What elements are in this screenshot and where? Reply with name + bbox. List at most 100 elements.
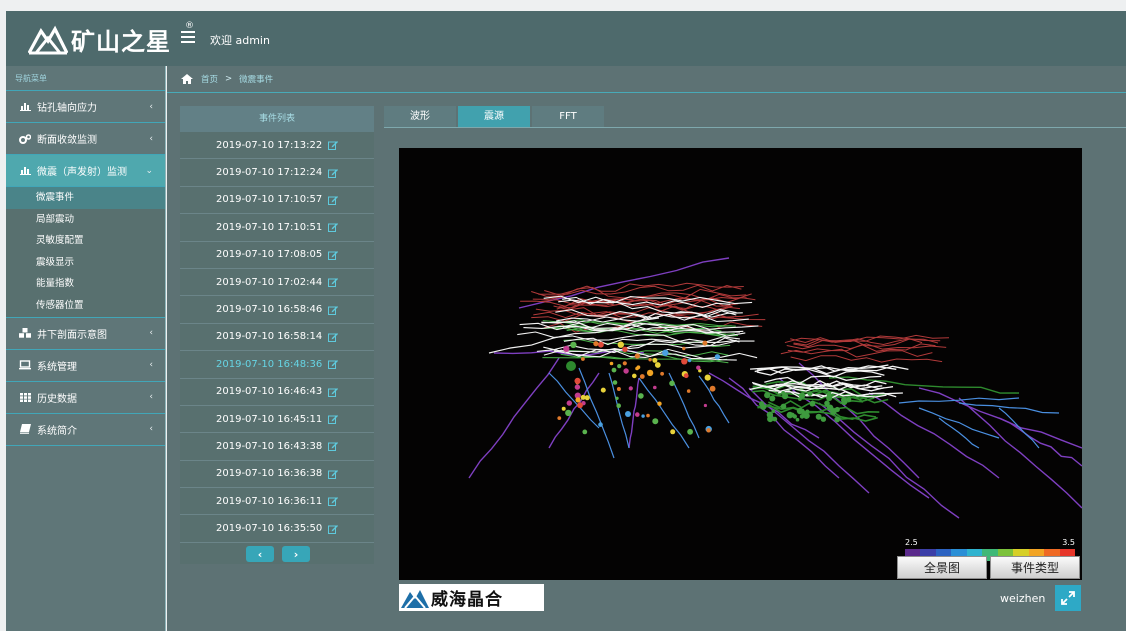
next-page-button[interactable]: › bbox=[282, 546, 310, 562]
sidebar-item-label: 钻孔轴向应力 bbox=[37, 103, 97, 114]
event-point bbox=[769, 395, 776, 402]
event-row[interactable]: 2019-07-10 17:10:57 bbox=[180, 187, 374, 215]
event-row[interactable]: 2019-07-10 17:10:51 bbox=[180, 214, 374, 242]
submenu-item[interactable]: 震级显示 bbox=[6, 252, 165, 274]
event-point bbox=[683, 373, 689, 379]
event-row[interactable]: 2019-07-10 17:08:05 bbox=[180, 242, 374, 269]
submenu-item[interactable]: 能量指数 bbox=[6, 273, 165, 295]
edit-icon[interactable] bbox=[328, 496, 338, 507]
event-point bbox=[807, 391, 813, 396]
submenu-item[interactable]: 灵敏度配置 bbox=[6, 230, 165, 252]
event-row[interactable]: 2019-07-10 16:36:11 bbox=[180, 488, 374, 516]
event-row[interactable]: 2019-07-10 16:43:38 bbox=[180, 433, 374, 461]
event-point bbox=[660, 371, 664, 376]
sidebar-item-6[interactable]: 系统简介 ‹ bbox=[6, 414, 165, 446]
prev-page-button[interactable]: ‹ bbox=[246, 546, 274, 562]
event-point bbox=[805, 409, 810, 414]
source-3d-viewer[interactable]: 2.5 3.5 全景图 事件类型 bbox=[399, 148, 1082, 580]
sidebar-item-5[interactable]: 历史数据 ‹ bbox=[6, 382, 165, 414]
event-point bbox=[635, 412, 640, 417]
event-row[interactable]: 2019-07-10 16:45:11 bbox=[180, 406, 374, 434]
sidebar-item-3[interactable]: 井下剖面示意图 ‹ bbox=[6, 318, 165, 350]
view-tabs: 波形 震源 FFT bbox=[384, 106, 606, 127]
tab-0[interactable]: 波形 bbox=[384, 106, 456, 127]
event-row[interactable]: 2019-07-10 17:13:22 bbox=[180, 132, 374, 160]
submenu-item[interactable]: 微震事件 bbox=[6, 187, 165, 209]
event-point bbox=[615, 396, 619, 400]
edit-icon[interactable] bbox=[328, 277, 338, 288]
breadcrumb: 首页 > 微震事件 bbox=[167, 66, 1126, 93]
edit-icon[interactable] bbox=[328, 222, 338, 233]
event-point bbox=[846, 397, 852, 402]
tab-1[interactable]: 震源 bbox=[458, 106, 530, 127]
edit-icon[interactable] bbox=[328, 469, 338, 479]
event-point bbox=[789, 412, 795, 418]
event-point bbox=[759, 401, 765, 407]
event-point bbox=[662, 349, 669, 356]
event-row[interactable]: 2019-07-10 17:02:44 bbox=[180, 269, 374, 297]
event-point bbox=[767, 416, 774, 423]
main-content: 首页 > 微震事件 事件列表 2019-07-10 17:13:22 2019-0… bbox=[167, 66, 1126, 631]
sidebar-item-1[interactable]: 断面收敛监测 ‹ bbox=[6, 123, 165, 155]
event-point bbox=[598, 422, 603, 427]
submenu-item[interactable]: 局部震动 bbox=[6, 209, 165, 231]
edit-icon[interactable] bbox=[328, 414, 338, 425]
event-point bbox=[609, 361, 614, 366]
event-point bbox=[566, 361, 576, 371]
event-point bbox=[617, 364, 622, 369]
event-type-button[interactable]: 事件类型 bbox=[990, 556, 1080, 579]
event-point bbox=[687, 428, 693, 435]
fullscreen-button[interactable] bbox=[1055, 585, 1081, 611]
event-point bbox=[611, 367, 617, 373]
event-point bbox=[669, 380, 675, 387]
edit-icon[interactable] bbox=[328, 250, 338, 260]
event-row[interactable]: 2019-07-10 16:48:36 bbox=[180, 351, 374, 379]
menu-toggle-icon[interactable] bbox=[181, 31, 195, 45]
breadcrumb-home[interactable]: 首页 bbox=[201, 73, 218, 85]
edit-icon[interactable] bbox=[328, 441, 338, 452]
sidebar-item-4[interactable]: 系统管理 ‹ bbox=[6, 350, 165, 382]
event-list-panel: 事件列表 2019-07-10 17:13:22 2019-07-10 17:12… bbox=[180, 106, 374, 564]
event-point bbox=[704, 374, 711, 381]
chevron-left-icon: ‹ bbox=[149, 360, 153, 371]
event-row[interactable]: 2019-07-10 17:12:24 bbox=[180, 159, 374, 187]
drift-line bbox=[798, 362, 920, 479]
panorama-button[interactable]: 全景图 bbox=[897, 556, 987, 579]
submenu-item[interactable]: 传感器位置 bbox=[6, 295, 165, 317]
edit-icon[interactable] bbox=[328, 524, 338, 534]
event-point bbox=[709, 385, 716, 392]
edit-icon[interactable] bbox=[328, 305, 338, 315]
colorbar-max-label: 3.5 bbox=[1062, 538, 1075, 547]
chevron-left-icon: ‹ bbox=[149, 328, 153, 339]
event-row[interactable]: 2019-07-10 16:58:14 bbox=[180, 324, 374, 352]
edit-icon[interactable] bbox=[328, 195, 338, 205]
edit-icon[interactable] bbox=[328, 332, 338, 342]
drift-line bbox=[544, 282, 744, 296]
event-list: 2019-07-10 17:13:22 2019-07-10 17:12:24 20… bbox=[180, 132, 374, 543]
colorbar-min-label: 2.5 bbox=[905, 538, 918, 547]
tab-2[interactable]: FFT bbox=[532, 106, 604, 127]
sidebar-item-2[interactable]: 微震（声发射）监测 ⌄ bbox=[6, 155, 165, 187]
drift-line bbox=[608, 372, 630, 449]
home-icon[interactable] bbox=[181, 74, 193, 84]
event-point bbox=[565, 409, 572, 417]
event-row[interactable]: 2019-07-10 16:58:46 bbox=[180, 296, 374, 324]
edit-icon[interactable] bbox=[328, 140, 338, 151]
event-row[interactable]: 2019-07-10 16:46:43 bbox=[180, 379, 374, 406]
mine-tunnel-scene[interactable] bbox=[399, 148, 1082, 580]
sidebar-menu: 钻孔轴向应力 ‹ 断面收敛监测 ‹ 微震（声发射）监测 ⌄ 微震事件 局部震动 灵敏度配置 震级显… bbox=[6, 91, 165, 446]
event-row[interactable]: 2019-07-10 16:35:50 bbox=[180, 515, 374, 543]
cubes-icon bbox=[19, 328, 31, 338]
event-point bbox=[652, 418, 659, 425]
event-point bbox=[622, 361, 627, 366]
event-time: 2019-07-10 16:48:36 bbox=[216, 358, 323, 370]
sidebar-item-0[interactable]: 钻孔轴向应力 ‹ bbox=[6, 91, 165, 123]
edit-icon[interactable] bbox=[328, 359, 338, 370]
event-point bbox=[646, 413, 650, 418]
edit-icon[interactable] bbox=[328, 387, 338, 397]
event-row[interactable]: 2019-07-10 16:36:38 bbox=[180, 461, 374, 489]
event-point bbox=[780, 403, 787, 410]
edit-icon[interactable] bbox=[328, 168, 338, 178]
drift-line bbox=[998, 407, 1040, 449]
user-label: weizhen bbox=[1000, 592, 1046, 605]
